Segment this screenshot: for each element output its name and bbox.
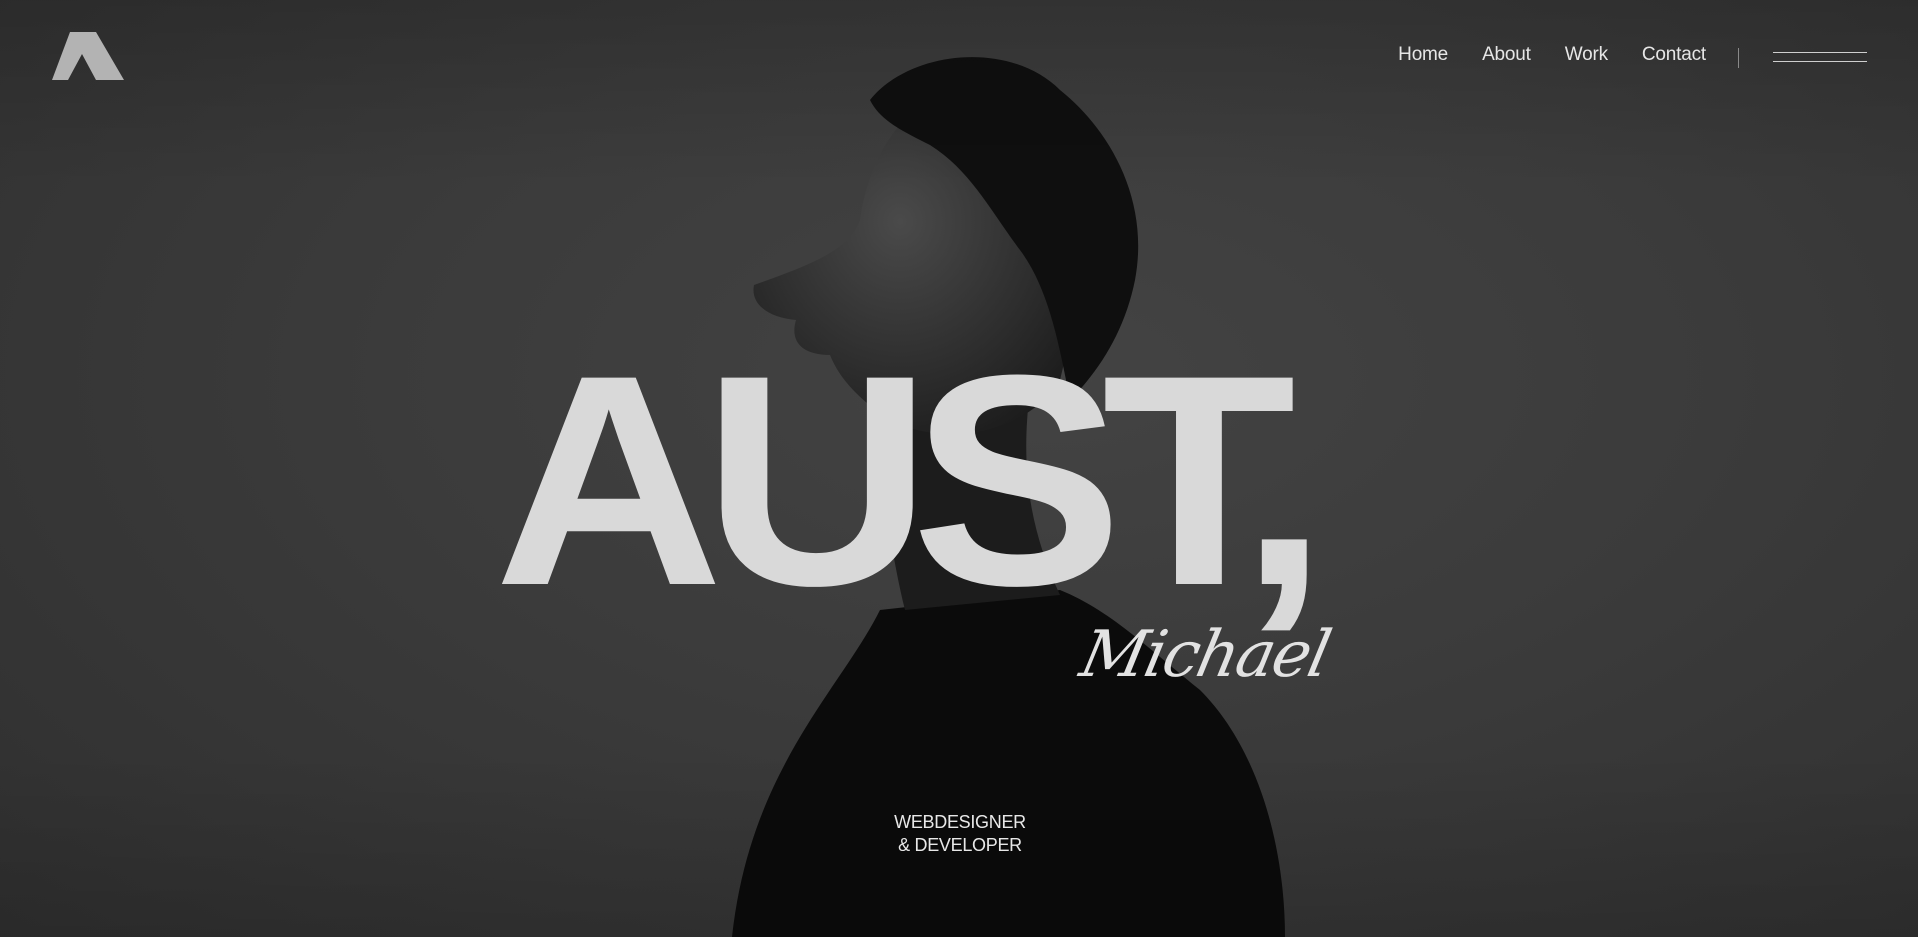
hero-role: WEBDESIGNER & DEVELOPER [892,811,1028,857]
menu-line-top [1773,52,1867,53]
nav-work-link[interactable]: Work [1565,44,1608,66]
a-logo-icon[interactable] [52,32,124,84]
hamburger-menu-icon[interactable] [1773,50,1867,66]
main-navigation: Home About Work Contact [1398,44,1706,66]
role-line-2: & DEVELOPER [898,835,1022,855]
nav-contact-link[interactable]: Contact [1642,44,1706,66]
nav-home-link[interactable]: Home [1398,44,1448,66]
hero-firstname: Michael [1074,618,1336,692]
menu-line-bottom [1773,61,1867,62]
role-line-1: WEBDESIGNER [894,812,1026,832]
hero-surname: AUST, [494,312,1328,648]
nav-divider [1738,48,1739,68]
nav-about-link[interactable]: About [1482,44,1531,66]
